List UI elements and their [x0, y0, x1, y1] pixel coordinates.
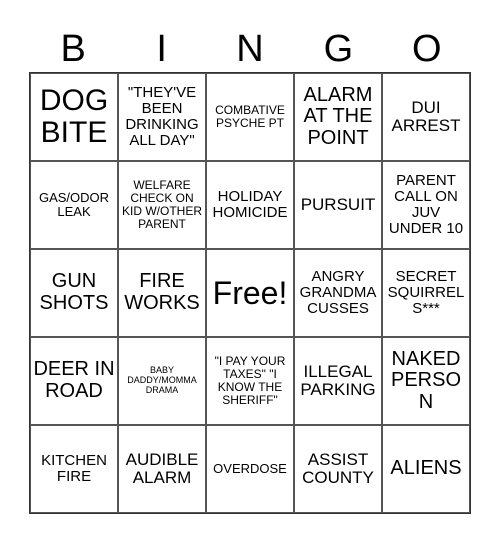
bingo-cell[interactable]: COMBATIVE PSYCHE PT: [206, 73, 294, 161]
bingo-cell[interactable]: NAKED PERSON: [382, 337, 470, 425]
free-space-cell[interactable]: Free!: [206, 249, 294, 337]
bingo-cell[interactable]: DOG BITE: [30, 73, 118, 161]
bingo-header: B I N G O: [29, 26, 471, 72]
bingo-cell[interactable]: ALIENS: [382, 425, 470, 513]
bingo-cell[interactable]: KITCHEN FIRE: [30, 425, 118, 513]
header-letter-b: B: [60, 28, 86, 70]
header-letter-o: O: [412, 28, 442, 70]
bingo-cell[interactable]: SECRET SQUIRREL S***: [382, 249, 470, 337]
bingo-cell[interactable]: PURSUIT: [294, 161, 382, 249]
bingo-cell[interactable]: AUDIBLE ALARM: [118, 425, 206, 513]
bingo-cell[interactable]: PARENT CALL ON JUV UNDER 10: [382, 161, 470, 249]
bingo-cell[interactable]: GAS/ODOR LEAK: [30, 161, 118, 249]
bingo-cell[interactable]: FIRE WORKS: [118, 249, 206, 337]
bingo-cell[interactable]: WELFARE CHECK ON KID W/OTHER PARENT: [118, 161, 206, 249]
bingo-cell[interactable]: DEER IN ROAD: [30, 337, 118, 425]
bingo-cell[interactable]: GUN SHOTS: [30, 249, 118, 337]
bingo-cell[interactable]: "I PAY YOUR TAXES" "I KNOW THE SHERIFF": [206, 337, 294, 425]
bingo-cell[interactable]: ILLEGAL PARKING: [294, 337, 382, 425]
bingo-cell[interactable]: BABY DADDY/MOMMA DRAMA: [118, 337, 206, 425]
bingo-cell[interactable]: "THEY'VE BEEN DRINKING ALL DAY": [118, 73, 206, 161]
bingo-cell[interactable]: ANGRY GRANDMA CUSSES: [294, 249, 382, 337]
bingo-cell[interactable]: ALARM AT THE POINT: [294, 73, 382, 161]
header-letter-g: G: [323, 28, 354, 70]
bingo-board: DOG BITE "THEY'VE BEEN DRINKING ALL DAY"…: [29, 72, 471, 514]
header-letter-i: I: [156, 28, 167, 70]
bingo-cell[interactable]: DUI ARREST: [382, 73, 470, 161]
bingo-cell[interactable]: ASSIST COUNTY: [294, 425, 382, 513]
bingo-cell[interactable]: OVERDOSE: [206, 425, 294, 513]
header-letter-n: N: [236, 28, 264, 70]
bingo-cell[interactable]: HOLIDAY HOMICIDE: [206, 161, 294, 249]
